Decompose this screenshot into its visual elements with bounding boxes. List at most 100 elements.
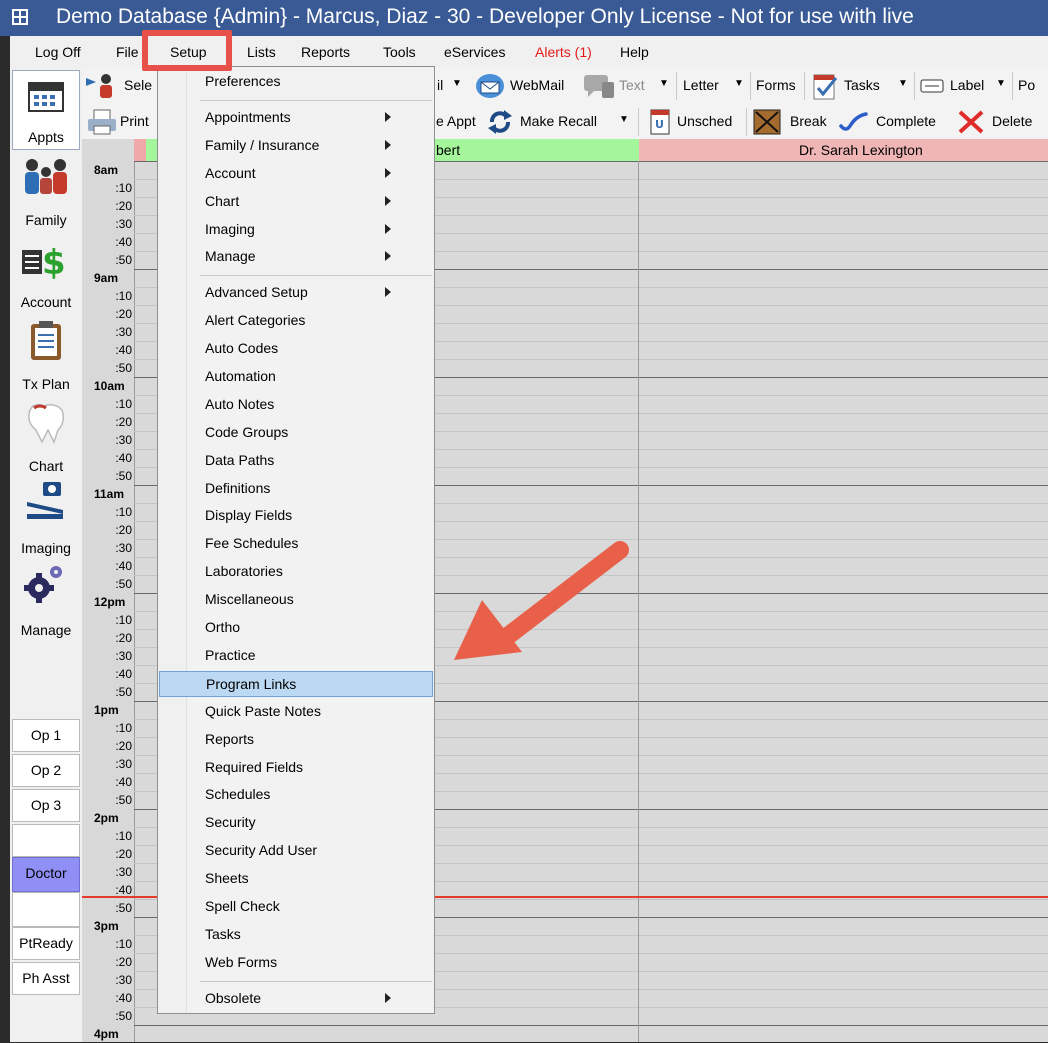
email-button[interactable]: il xyxy=(437,77,443,93)
setup-menu-item-family-insurance[interactable]: Family / Insurance xyxy=(159,133,433,159)
menu-separator xyxy=(200,275,432,276)
setup-menu-item-required-fields[interactable]: Required Fields xyxy=(159,755,433,781)
menu-help[interactable]: Help xyxy=(620,44,649,60)
letter-button[interactable]: Letter xyxy=(683,77,719,93)
minute-label: :20 xyxy=(115,199,132,213)
menu-item-label: Appointments xyxy=(205,109,291,125)
minute-label: :30 xyxy=(115,865,132,879)
menu-log-off[interactable]: Log Off xyxy=(35,44,81,60)
menu-lists[interactable]: Lists xyxy=(247,44,276,60)
submenu-arrow-icon xyxy=(385,140,391,150)
setup-menu-item-fee-schedules[interactable]: Fee Schedules xyxy=(159,531,433,557)
print-button[interactable]: Print xyxy=(120,113,149,129)
setup-menu-item-tasks[interactable]: Tasks xyxy=(159,922,433,948)
forms-button[interactable]: Forms xyxy=(756,77,796,93)
menu-file[interactable]: File xyxy=(116,44,139,60)
setup-menu-item-sheets[interactable]: Sheets xyxy=(159,866,433,892)
empty-op-button[interactable] xyxy=(12,824,80,857)
menu-item-label: Reports xyxy=(205,731,255,747)
minute-label: :20 xyxy=(115,307,132,321)
setup-menu-item-practice[interactable]: Practice xyxy=(159,643,433,669)
setup-menu-item-auto-notes[interactable]: Auto Notes xyxy=(159,392,433,418)
menu-alerts[interactable]: Alerts (1) xyxy=(535,44,592,60)
setup-menu-item-quick-paste-notes[interactable]: Quick Paste Notes xyxy=(159,699,433,725)
family-icon xyxy=(25,159,67,194)
setup-menu-item-spell-check[interactable]: Spell Check xyxy=(159,894,433,920)
setup-menu-item-chart[interactable]: Chart xyxy=(159,189,433,215)
setup-menu-item-security[interactable]: Security xyxy=(159,810,433,836)
tasks-button[interactable]: Tasks xyxy=(844,77,880,93)
setup-menu-item-manage[interactable]: Manage xyxy=(159,244,433,270)
minute-label: :20 xyxy=(115,847,132,861)
tasks-dropdown-icon[interactable]: ▼ xyxy=(898,78,908,89)
setup-menu-item-preferences[interactable]: Preferences xyxy=(159,69,433,95)
menu-item-label: Security xyxy=(205,814,256,830)
module-chart[interactable]: Chart xyxy=(12,398,80,478)
minute-label: :10 xyxy=(115,829,132,843)
setup-menu-item-appointments[interactable]: Appointments xyxy=(159,105,433,131)
appt-button[interactable]: e Appt xyxy=(436,113,476,129)
op-2-button[interactable]: Op 2 xyxy=(12,754,80,787)
ph-asst-button[interactable]: Ph Asst xyxy=(12,962,80,995)
module-manage[interactable]: Manage xyxy=(12,562,80,642)
provider-column-header: Dr. Sarah Lexington xyxy=(639,139,1048,161)
po-button[interactable]: Po xyxy=(1018,77,1035,93)
doctor-button[interactable]: Doctor xyxy=(12,857,80,892)
select-patient-button[interactable]: Sele xyxy=(124,77,152,93)
setup-menu-item-definitions[interactable]: Definitions xyxy=(159,476,433,502)
submenu-arrow-icon xyxy=(385,287,391,297)
text-button[interactable]: Text xyxy=(619,77,645,93)
setup-menu-item-obsolete[interactable]: Obsolete xyxy=(159,986,433,1012)
break-icon xyxy=(753,109,781,135)
webmail-button[interactable]: WebMail xyxy=(510,77,564,93)
menu-tools[interactable]: Tools xyxy=(383,44,416,60)
label-button[interactable]: Label xyxy=(950,77,984,93)
module-family[interactable]: Family xyxy=(12,152,80,232)
setup-menu-item-data-paths[interactable]: Data Paths xyxy=(159,448,433,474)
unscheduled-button[interactable]: Unsched xyxy=(677,113,732,129)
break-button[interactable]: Break xyxy=(790,113,827,129)
setup-menu-item-web-forms[interactable]: Web Forms xyxy=(159,950,433,976)
label-dropdown-icon[interactable]: ▼ xyxy=(996,78,1006,89)
svg-text:$: $ xyxy=(42,243,66,280)
setup-menu-item-laboratories[interactable]: Laboratories xyxy=(159,559,433,585)
module-imaging[interactable]: Imaging xyxy=(12,480,80,560)
setup-menu-item-ortho[interactable]: Ortho xyxy=(159,615,433,641)
empty-status-button[interactable] xyxy=(12,892,80,927)
provider-name: bert xyxy=(436,142,461,158)
menu-item-label: Account xyxy=(205,165,256,181)
setup-menu-item-advanced-setup[interactable]: Advanced Setup xyxy=(159,280,433,306)
menu-eservices[interactable]: eServices xyxy=(444,44,505,60)
setup-menu-item-account[interactable]: Account xyxy=(159,161,433,187)
setup-menu-item-automation[interactable]: Automation xyxy=(159,364,433,390)
op-3-button[interactable]: Op 3 xyxy=(12,789,80,822)
setup-menu-item-display-fields[interactable]: Display Fields xyxy=(159,503,433,529)
make-recall-dropdown-icon[interactable]: ▼ xyxy=(619,114,629,125)
text-dropdown-icon[interactable]: ▼ xyxy=(659,78,669,89)
op-1-button[interactable]: Op 1 xyxy=(12,719,80,752)
make-recall-button[interactable]: Make Recall xyxy=(520,113,597,129)
minute-label: :50 xyxy=(115,361,132,375)
menu-item-label: Code Groups xyxy=(205,424,289,440)
setup-menu-item-security-add-user[interactable]: Security Add User xyxy=(159,838,433,864)
module-tx-plan[interactable]: Tx Plan xyxy=(12,316,80,396)
delete-button[interactable]: Delete xyxy=(992,113,1032,129)
complete-button[interactable]: Complete xyxy=(876,113,936,129)
menu-item-label: Miscellaneous xyxy=(205,591,294,607)
menu-separator xyxy=(200,981,432,982)
letter-dropdown-icon[interactable]: ▼ xyxy=(734,78,744,89)
module-appts[interactable]: Appts xyxy=(12,70,80,150)
setup-menu-item-alert-categories[interactable]: Alert Categories xyxy=(159,308,433,334)
setup-menu-item-imaging[interactable]: Imaging xyxy=(159,217,433,243)
menu-item-label: Security Add User xyxy=(205,842,318,858)
ptready-button[interactable]: PtReady xyxy=(12,927,80,960)
setup-menu-item-miscellaneous[interactable]: Miscellaneous xyxy=(159,587,433,613)
setup-menu-item-program-links[interactable]: Program Links xyxy=(159,671,433,697)
setup-menu-item-code-groups[interactable]: Code Groups xyxy=(159,420,433,446)
setup-menu-item-schedules[interactable]: Schedules xyxy=(159,782,433,808)
email-dropdown-icon[interactable]: ▼ xyxy=(452,78,462,89)
menu-reports[interactable]: Reports xyxy=(301,44,350,60)
module-account[interactable]: $ Account xyxy=(12,234,80,314)
setup-menu-item-reports[interactable]: Reports xyxy=(159,727,433,753)
setup-menu-item-auto-codes[interactable]: Auto Codes xyxy=(159,336,433,362)
